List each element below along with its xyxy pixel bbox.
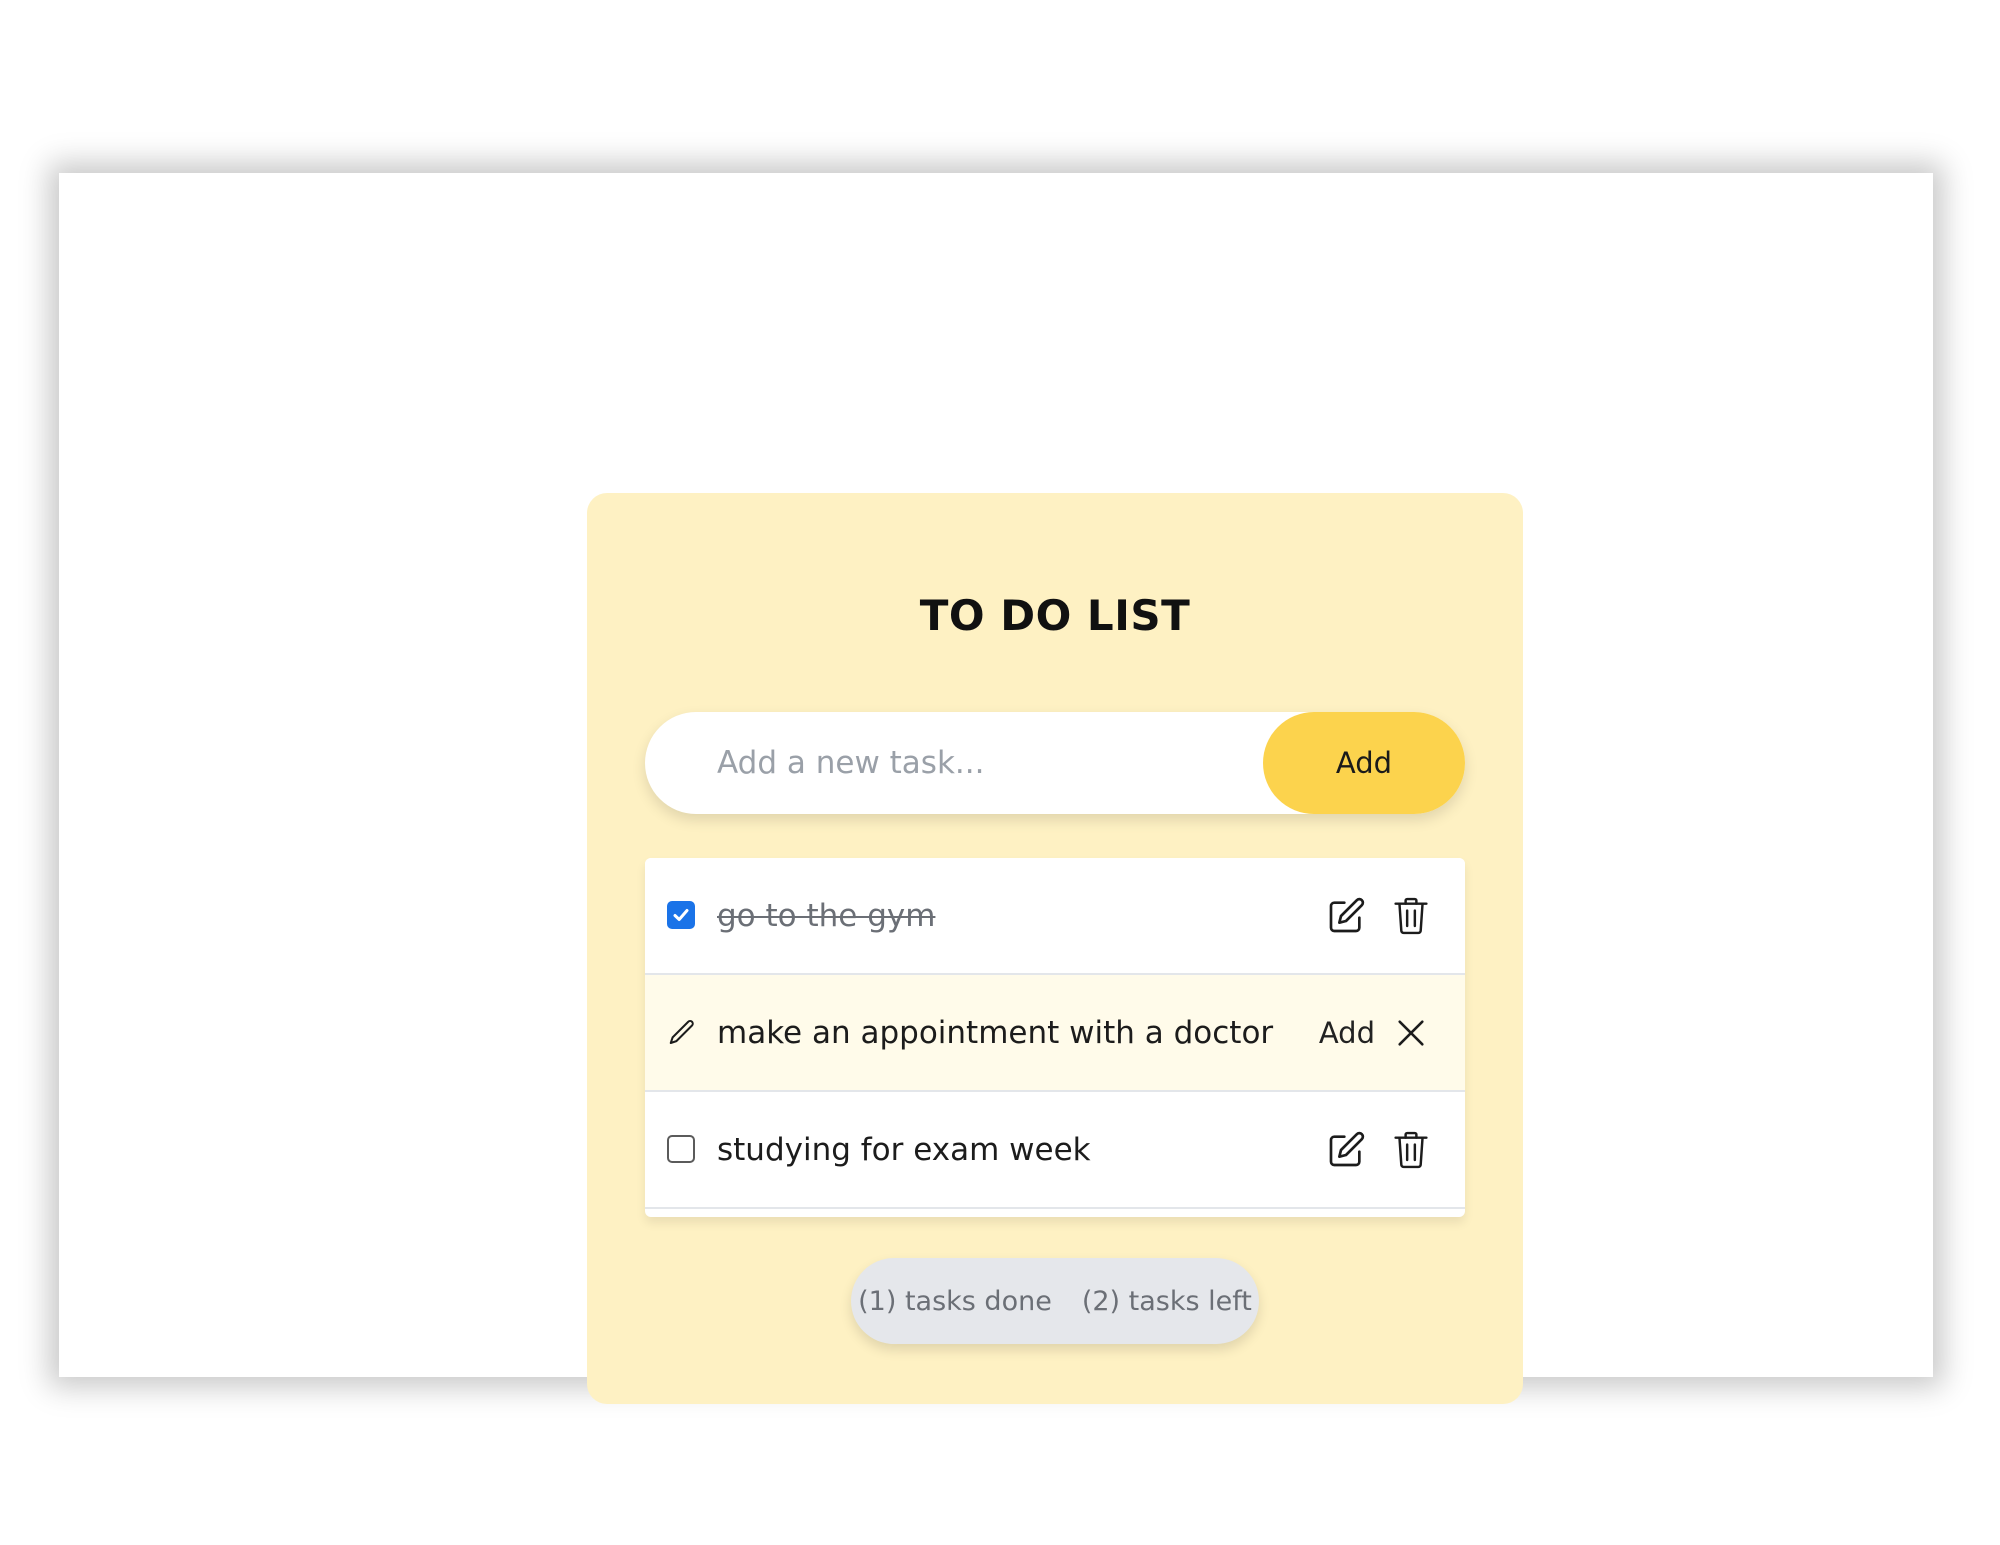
task-checkbox[interactable] [667,1134,697,1165]
trash-icon [1394,1131,1428,1168]
checkbox-checked-icon[interactable] [667,900,695,929]
pencil-square-icon [1329,1131,1365,1166]
task-row-editing: make an appointment with a doctor Add [645,975,1465,1092]
pencil-square-icon [1329,897,1365,932]
task-list: go to the gym make an appointment with a… [645,858,1465,1217]
edit-task-button[interactable] [1324,1128,1368,1172]
task-edit-input[interactable]: make an appointment with a doctor [717,1015,1273,1051]
task-row: studying for exam week [645,1092,1465,1209]
delete-task-button[interactable] [1389,1128,1433,1172]
tasks-done-count: (1) tasks done [858,1285,1052,1317]
task-row: go to the gym [645,858,1465,975]
tasks-left-count: (2) tasks left [1081,1285,1252,1317]
pencil-icon [667,1018,697,1048]
delete-task-button[interactable] [1389,894,1433,938]
page-title: TO DO LIST [919,591,1191,640]
save-edit-button[interactable]: Add [1319,1016,1375,1050]
trash-icon [1394,897,1428,934]
edit-task-button[interactable] [1324,894,1368,938]
checkbox-unchecked-icon[interactable] [667,1134,695,1163]
app-window: TO DO LIST Add go to the gym [59,173,1933,1404]
task-stats: (1) tasks done (2) tasks left [851,1258,1259,1344]
task-label: studying for exam week [717,1131,1091,1168]
cancel-edit-button[interactable] [1389,1011,1433,1055]
task-checkbox[interactable] [667,900,697,931]
add-task-button[interactable]: Add [1263,712,1465,814]
task-label: go to the gym [717,897,936,934]
todo-card: TO DO LIST Add go to the gym [587,493,1523,1404]
add-task-form: Add [645,712,1465,814]
close-icon [1398,1019,1424,1046]
new-task-input[interactable] [645,712,1265,814]
